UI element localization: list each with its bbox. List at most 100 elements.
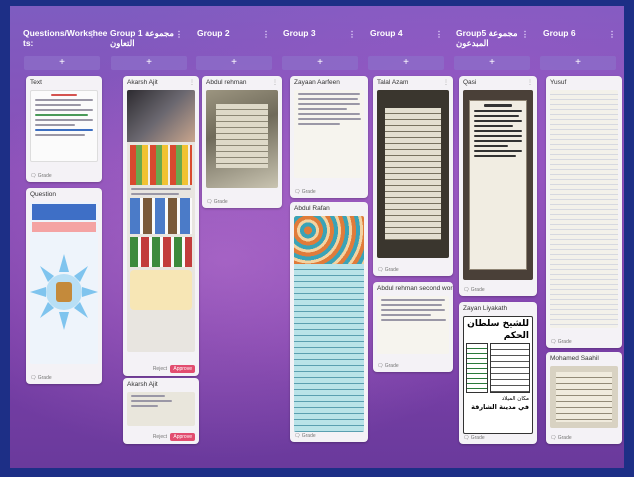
arabic-heading: للشيخ سلطان [467,319,529,329]
add-post-button[interactable]: + [454,56,530,70]
column-title: Group 2 [197,28,230,38]
more-icon[interactable]: ⋮ [189,79,195,86]
post-card-question[interactable]: Question 🗨 Grade [26,188,102,384]
text-response [377,296,449,354]
more-icon[interactable]: ⋮ [262,30,270,40]
post-card-akarsh-2[interactable]: Akarsh Ajit Reject Approve [123,378,199,444]
post-footer: 🗨 Grade [206,199,228,205]
grade-label[interactable]: Grade [558,435,572,441]
more-icon[interactable]: ⋮ [443,79,449,86]
reject-button[interactable]: Reject [153,434,167,440]
comment-icon[interactable]: 🗨 [550,339,556,345]
grade-label[interactable]: Grade [302,433,316,439]
grade-label[interactable]: Grade [38,375,52,381]
column-title: Group 6 [543,28,576,38]
column-title: Group 1 مجموعة التعاون [110,28,174,48]
grade-label[interactable]: Grade [385,363,399,369]
reject-button[interactable]: Reject [153,366,167,372]
post-title: Abdul rehman [206,79,247,86]
comment-icon[interactable]: 🗨 [377,363,383,369]
arabic-label: في مدينة الشارقة [471,403,529,411]
column-header-group6[interactable]: Group 6 ⋮ [538,24,620,54]
add-post-button[interactable]: + [196,56,272,70]
worksheet-image [30,90,98,162]
comment-icon[interactable]: 🗨 [463,287,469,293]
grade-label[interactable]: Grade [471,287,485,293]
column-header-group4[interactable]: Group 4 ⋮ [365,24,447,54]
approve-button[interactable]: Approve [170,433,195,441]
post-card-talal[interactable]: Talal Azam ⋮ 🗨 Grade [373,76,453,276]
add-post-button[interactable]: + [24,56,100,70]
post-card-yusuf[interactable]: Yusuf 🗨 Grade [546,76,622,348]
post-card-text[interactable]: Text 🗨 Grade [26,76,102,182]
post-card-qasi[interactable]: Qasi ⋮ 🗨 Grade [459,76,537,296]
post-card-abdul-rafan[interactable]: Abdul Rafan 🗨 Grade [290,202,368,442]
add-post-button[interactable]: + [111,56,187,70]
add-post-button[interactable]: + [540,56,616,70]
text-response [294,90,364,178]
grade-label[interactable]: Grade [302,189,316,195]
comment-icon[interactable]: 🗨 [30,173,36,179]
post-title: Mohamed Saahil [550,355,599,362]
arabic-heading: الحكم [503,331,529,341]
more-icon[interactable]: ⋮ [348,30,356,40]
comment-icon[interactable]: 🗨 [294,433,300,439]
post-title: Yusuf [550,79,567,86]
add-post-button[interactable]: + [282,56,358,70]
column-header-group3[interactable]: Group 3 ⋮ [278,24,360,54]
grade-label[interactable]: Grade [214,199,228,205]
post-title: Akarsh Ajit [127,381,158,388]
more-icon[interactable]: ⋮ [527,79,533,86]
notebook-photo [377,90,449,258]
grade-label[interactable]: Grade [38,173,52,179]
post-footer: 🗨 Grade [377,363,399,369]
column-header-questions[interactable]: Questions/Workshee ts: ⋮ [18,24,107,54]
notebook-photo [294,216,364,432]
post-title: Zayan Liyakath [463,305,508,312]
post-card-zayan[interactable]: Zayan Liyakath للشيخ سلطان الحكم مكان ال… [459,302,537,444]
post-card-second-work[interactable]: Abdul rehman second work 🗨 Grade [373,282,453,372]
more-icon[interactable]: ⋮ [272,79,278,86]
grade-label[interactable]: Grade [558,339,572,345]
comment-icon[interactable]: 🗨 [30,375,36,381]
more-icon[interactable]: ⋮ [88,30,96,40]
more-icon[interactable]: ⋮ [521,30,529,40]
worksheet-image: للشيخ سلطان الحكم مكان الميلاد في مدينة … [463,316,533,434]
more-icon[interactable]: ⋮ [608,30,616,40]
comment-icon[interactable]: 🗨 [294,189,300,195]
textbook-photo [127,90,195,352]
arabic-label: مكان الميلاد [501,396,529,402]
column-title: Group5 مجموعة المبدعون [456,28,518,48]
more-icon[interactable]: ⋮ [175,30,183,40]
post-card-zayaan[interactable]: Zayaan Aarfeen 🗨 Grade [290,76,368,198]
notebook-photo [206,90,278,188]
column-header-group2[interactable]: Group 2 ⋮ [192,24,274,54]
column-title: Group 3 [283,28,316,38]
post-title: Akarsh Ajit [127,79,158,86]
post-card-akarsh[interactable]: Akarsh Ajit ⋮ Reject Approve [123,76,199,376]
add-post-button[interactable]: + [368,56,444,70]
comment-icon[interactable]: 🗨 [377,267,383,273]
column-header-group1[interactable]: Group 1 مجموعة التعاون ⋮ [105,24,187,54]
approve-button[interactable]: Approve [170,365,195,373]
post-footer: 🗨 Grade [463,435,485,441]
comment-icon[interactable]: 🗨 [463,435,469,441]
post-title: Abdul Rafan [294,205,330,212]
post-footer: 🗨 Grade [550,435,572,441]
comment-icon[interactable]: 🗨 [206,199,212,205]
post-card-abdul-rehman[interactable]: Abdul rehman ⋮ 🗨 Grade [202,76,282,208]
post-title: Question [30,191,57,198]
more-icon[interactable]: ⋮ [435,30,443,40]
notebook-photo [550,366,618,428]
post-footer: 🗨 Grade [377,267,399,273]
grade-label[interactable]: Grade [471,435,485,441]
post-footer: 🗨 Grade [30,375,52,381]
notebook-photo [550,90,618,328]
column-header-group5[interactable]: Group5 مجموعة المبدعون ⋮ [451,24,533,54]
post-footer: 🗨 Grade [463,287,485,293]
grade-label[interactable]: Grade [385,267,399,273]
comment-icon[interactable]: 🗨 [550,435,556,441]
column-title: Group 4 [370,28,403,38]
post-card-saahil[interactable]: Mohamed Saahil 🗨 Grade [546,352,622,444]
question-image [30,202,98,364]
